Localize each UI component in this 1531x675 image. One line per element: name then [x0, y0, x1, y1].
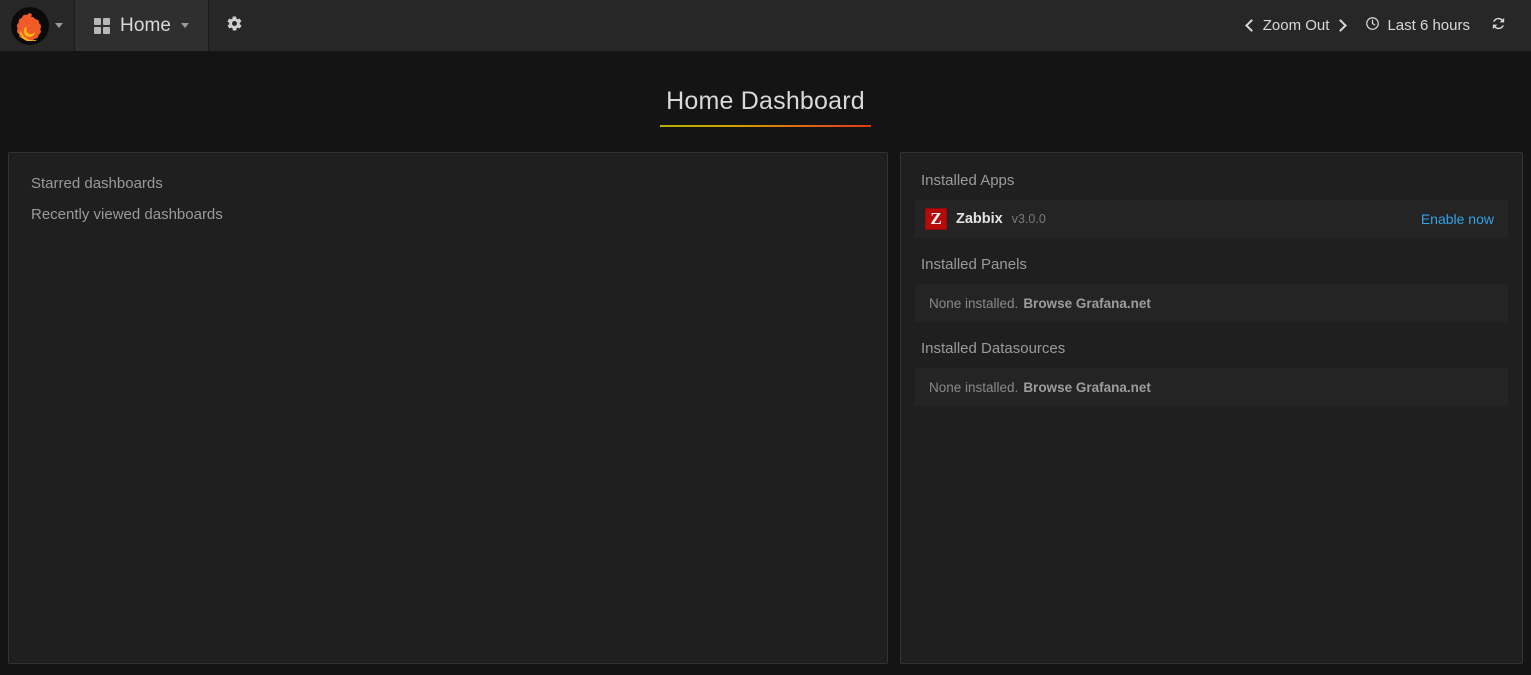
dashboard-grid-icon	[94, 17, 110, 34]
settings-button[interactable]	[209, 0, 260, 51]
zabbix-logo-icon: Z	[925, 208, 947, 230]
grafana-logo-button[interactable]	[0, 0, 74, 51]
time-range-picker[interactable]: Last 6 hours	[1355, 0, 1480, 51]
dashboard-title-area: Home Dashboard	[0, 51, 1531, 127]
installed-app-row[interactable]: Z Zabbix v3.0.0 Enable now	[915, 200, 1508, 238]
installed-apps-heading: Installed Apps	[921, 172, 1015, 189]
home-nav-button[interactable]: Home	[74, 0, 210, 51]
zoom-out-control[interactable]: Zoom Out	[1237, 0, 1356, 51]
refresh-button[interactable]	[1480, 0, 1517, 51]
time-range-label: Last 6 hours	[1387, 17, 1470, 34]
chevron-down-icon	[55, 23, 63, 28]
browse-grafana-net-link[interactable]: Browse Grafana.net	[1023, 380, 1151, 395]
clock-icon	[1365, 16, 1380, 35]
app-name: Zabbix	[956, 211, 1003, 227]
top-navbar: Home Zoom Out Last 6 hours	[0, 0, 1531, 51]
gear-icon	[226, 15, 243, 37]
navbar-spacer	[260, 0, 1237, 51]
recently-viewed-dashboards-heading: Recently viewed dashboards	[31, 206, 223, 223]
chevron-right-icon[interactable]	[1334, 19, 1348, 32]
zoom-out-label: Zoom Out	[1262, 17, 1330, 34]
chevron-down-icon	[181, 23, 190, 28]
installed-datasources-empty-row: None installed. Browse Grafana.net	[915, 368, 1508, 406]
installed-panels-empty-row: None installed. Browse Grafana.net	[915, 284, 1508, 322]
home-nav-label: Home	[120, 14, 172, 36]
navbar-right-group: Zoom Out Last 6 hours	[1237, 0, 1531, 51]
installed-datasources-heading: Installed Datasources	[921, 340, 1066, 357]
app-version: v3.0.0	[1011, 212, 1046, 226]
enable-now-link[interactable]: Enable now	[1421, 211, 1494, 227]
dashboard-grid: Starred dashboards Recently viewed dashb…	[0, 152, 1531, 664]
empty-text: None installed.	[929, 379, 1019, 395]
page-title: Home Dashboard	[660, 87, 871, 127]
plugins-panel: Installed Apps Z Zabbix v3.0.0 Enable no…	[900, 152, 1523, 664]
empty-text: None installed.	[929, 295, 1019, 311]
refresh-icon	[1490, 15, 1507, 36]
starred-dashboards-heading: Starred dashboards	[31, 175, 163, 192]
browse-grafana-net-link[interactable]: Browse Grafana.net	[1023, 296, 1151, 311]
installed-panels-heading: Installed Panels	[921, 256, 1027, 273]
grafana-logo-icon	[11, 6, 49, 45]
dashboards-panel: Starred dashboards Recently viewed dashb…	[8, 152, 888, 664]
chevron-left-icon[interactable]	[1244, 19, 1258, 32]
